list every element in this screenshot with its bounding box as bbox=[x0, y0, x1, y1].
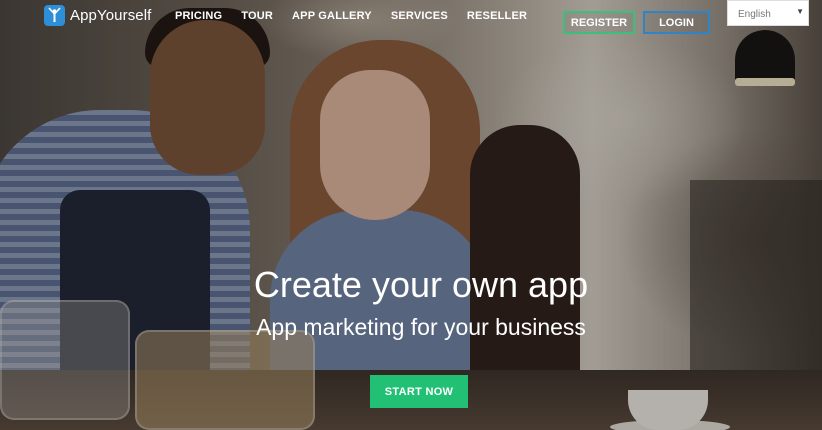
main-menu: PRICING TOUR APP GALLERY SERVICES RESELL… bbox=[175, 10, 527, 22]
brand-logo-link[interactable]: AppYourself bbox=[44, 4, 151, 26]
hero-headline: Create your own app bbox=[253, 264, 589, 305]
hero-overlay bbox=[0, 0, 822, 430]
register-button[interactable]: REGISTER bbox=[563, 11, 635, 34]
nav-item-reseller[interactable]: RESELLER bbox=[467, 10, 527, 22]
top-navigation: AppYourself PRICING TOUR APP GALLERY SER… bbox=[0, 0, 822, 34]
nav-item-tour[interactable]: TOUR bbox=[241, 10, 273, 22]
brand-name: AppYourself bbox=[70, 6, 152, 24]
start-now-button[interactable]: START NOW bbox=[370, 375, 468, 408]
nav-item-pricing[interactable]: PRICING bbox=[175, 10, 222, 22]
language-select[interactable]: English ▼ bbox=[727, 0, 809, 26]
hero-background-photo bbox=[0, 0, 822, 430]
nav-item-services[interactable]: SERVICES bbox=[391, 10, 448, 22]
login-button[interactable]: LOGIN bbox=[643, 11, 710, 34]
hero-subheadline: App marketing for your business bbox=[256, 314, 586, 340]
language-selected-value: English bbox=[738, 9, 771, 20]
person-raising-arms-icon bbox=[44, 4, 65, 26]
caret-down-icon: ▼ bbox=[796, 7, 804, 16]
nav-item-app-gallery[interactable]: APP GALLERY bbox=[292, 10, 372, 22]
